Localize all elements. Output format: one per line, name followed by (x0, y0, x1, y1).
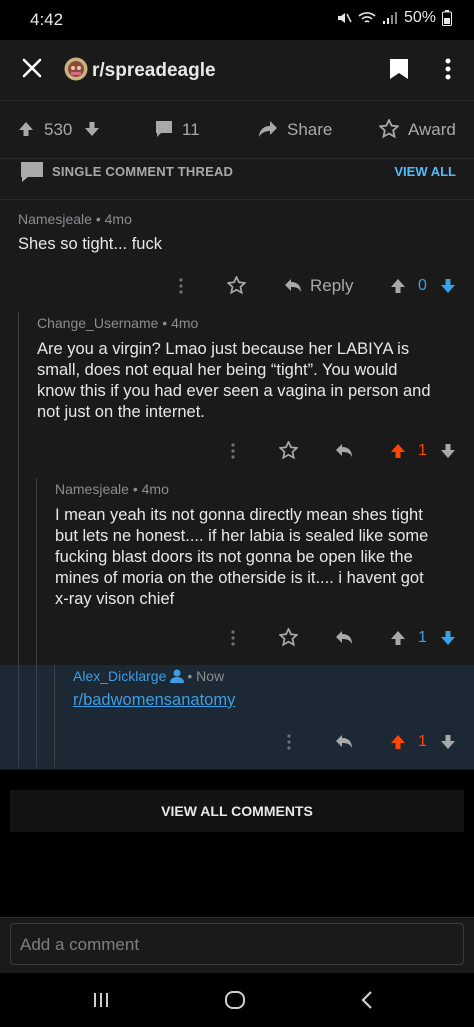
comment-line: I mean yeah its not gonna directly mean … (55, 506, 423, 524)
comment-line: small, does not equal her being “tight”.… (37, 361, 398, 379)
comment-count[interactable]: 11 (182, 120, 200, 140)
vote-count: 1 (418, 442, 427, 459)
subreddit-name[interactable]: r/spreadeagle (92, 60, 216, 82)
vote-count: 1 (418, 629, 427, 646)
upvote-icon[interactable] (390, 443, 406, 459)
comment-meta: Change_Username • 4mo (37, 315, 199, 331)
reply-button[interactable]: Reply (310, 276, 353, 296)
view-all-link[interactable]: VIEW ALL (394, 164, 456, 179)
comment-line: mines of moria on the otherside is it...… (55, 569, 424, 587)
recent-apps-icon[interactable] (92, 991, 110, 1009)
system-nav-bar (0, 973, 474, 1027)
more-icon[interactable] (230, 442, 236, 460)
home-icon[interactable] (224, 990, 246, 1010)
comment-line: know this if you had ever seen a vagina … (37, 382, 431, 400)
comment-body: Shes so tight... fuck (18, 235, 162, 253)
reply-icon[interactable] (335, 734, 353, 749)
comment-line: not just on the internet. (37, 403, 205, 421)
reply-icon[interactable] (335, 443, 353, 458)
comment-age: 4mo (104, 211, 132, 227)
post-score: 530 (44, 120, 73, 139)
comment-line: fucking blast doors its not gonna be ope… (55, 548, 413, 566)
comment-meta: Namesjeale • 4mo (55, 481, 169, 497)
battery-percent: 50% (403, 9, 436, 26)
comment-age: 4mo (141, 481, 169, 497)
more-icon[interactable] (230, 629, 236, 647)
comment-body: Are you a virgin? Lmao just because her … (37, 339, 467, 423)
user-icon (170, 669, 185, 683)
status-bar: 4:42 50% (0, 0, 474, 40)
comment-age: 4mo (171, 315, 199, 331)
signal-icon (382, 12, 397, 24)
view-all-comments-button[interactable]: VIEW ALL COMMENTS (10, 790, 464, 832)
award-button[interactable]: Award (408, 120, 456, 140)
comment-author[interactable]: Alex_Dicklarge (73, 668, 166, 684)
subreddit-link[interactable]: r/badwomensanatomy (73, 691, 235, 710)
more-options-icon[interactable] (444, 58, 452, 80)
comment-author[interactable]: Change_Username (37, 315, 158, 331)
award-icon[interactable] (227, 276, 246, 295)
comment-author[interactable]: Namesjeale (18, 211, 92, 227)
thread-line (18, 312, 19, 767)
single-thread-label: SINGLE COMMENT THREAD (52, 164, 234, 179)
reply-icon[interactable] (284, 278, 302, 293)
comment-line: Are you a virgin? Lmao just because her … (37, 340, 410, 358)
comment-line: but lets ne honest.... if her labia is s… (55, 527, 429, 545)
share-icon[interactable] (258, 120, 278, 138)
upvote-icon[interactable] (390, 278, 406, 294)
vote-count: 1 (418, 733, 427, 750)
upvote-icon[interactable] (390, 630, 406, 646)
bookmark-icon[interactable] (389, 58, 409, 80)
wifi-icon (358, 12, 376, 23)
add-comment-input[interactable]: Add a comment (10, 923, 464, 965)
battery-icon (442, 10, 452, 26)
comment-body: I mean yeah its not gonna directly mean … (55, 505, 470, 610)
subreddit-avatar-icon[interactable] (64, 57, 88, 81)
share-button[interactable]: Share (287, 120, 332, 140)
award-icon[interactable] (279, 441, 298, 460)
award-icon[interactable] (279, 628, 298, 647)
comment-author[interactable]: Namesjeale (55, 481, 129, 497)
comment-thread-icon (21, 162, 43, 182)
comment-meta: Alex_Dicklarge • Now (73, 668, 225, 684)
upvote-icon[interactable] (390, 734, 406, 750)
more-icon[interactable] (286, 733, 292, 751)
comment-icon[interactable] (155, 120, 173, 138)
more-icon[interactable] (178, 277, 184, 295)
award-icon[interactable] (379, 119, 399, 139)
back-icon[interactable] (360, 990, 374, 1010)
downvote-icon[interactable] (84, 121, 100, 137)
upvote-icon[interactable] (18, 121, 34, 137)
downvote-icon[interactable] (440, 443, 456, 459)
highlighted-comment-bg (0, 665, 474, 769)
comment-meta: Namesjeale • 4mo (18, 211, 132, 227)
comment-line: x-ray vison chief (55, 590, 175, 608)
mute-icon (337, 13, 352, 23)
downvote-icon[interactable] (440, 630, 456, 646)
reply-icon[interactable] (335, 630, 353, 645)
comment-age: Now (196, 668, 225, 684)
downvote-icon[interactable] (440, 278, 456, 294)
close-icon[interactable] (22, 58, 42, 78)
status-icons: 50% (336, 9, 452, 27)
view-all-comments-label: VIEW ALL COMMENTS (161, 803, 313, 819)
downvote-icon[interactable] (440, 734, 456, 750)
status-time: 4:42 (30, 10, 64, 29)
vote-count: 0 (418, 277, 427, 294)
thread-line (54, 665, 55, 767)
thread-line (36, 478, 37, 767)
